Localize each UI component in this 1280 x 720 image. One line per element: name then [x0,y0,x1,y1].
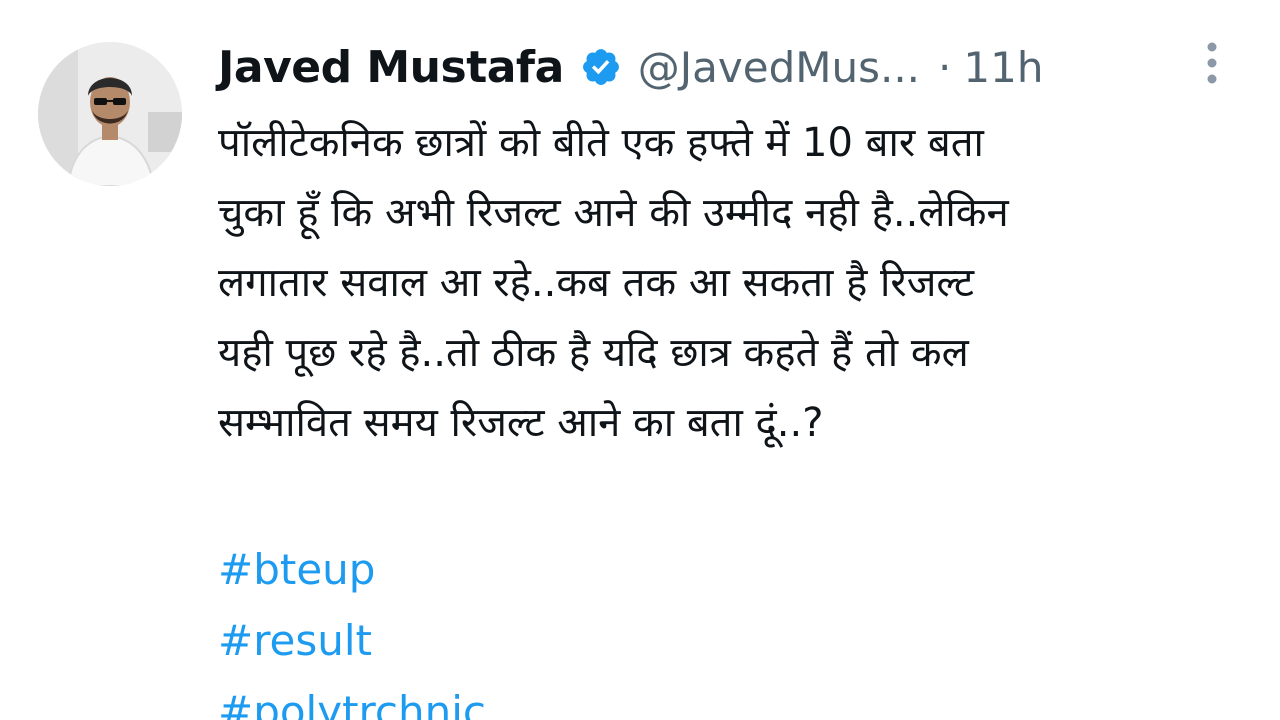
separator-dot: · [938,42,952,92]
tweet[interactable]: Javed Mustafa @JavedMus... · 11h पॉलीटेक… [0,0,1280,720]
tweet-timestamp[interactable]: 11h [963,43,1043,92]
hashtag-list: #bteup #result #polytrchnic [218,534,486,720]
tweet-text-line: चुका हूँ कि अभी रिजल्ट आने की उम्मीद नही… [218,190,1009,236]
hashtag-link-bteup[interactable]: #bteup [218,534,486,605]
tweet-text-line: लगातार सवाल आ रहे..कब तक आ सकता है रिजल्… [218,260,975,306]
hashtag-link-polytrchnic[interactable]: #polytrchnic [218,676,486,720]
tweet-text-line: यही पूछ रहे है..तो ठीक है यदि छात्र कहते… [218,330,969,376]
author-name[interactable]: Javed Mustafa [218,42,564,93]
more-options-icon[interactable] [1200,40,1224,86]
author-handle[interactable]: @JavedMus... [638,43,920,92]
tweet-header: Javed Mustafa @JavedMus... · 11h [218,34,1043,100]
tweet-text-line: सम्भावित समय रिजल्ट आने का बता दूं..? [218,400,824,446]
tweet-text-line: पॉलीटेकनिक छात्रों को बीते एक हफ्ते में … [218,120,984,166]
author-avatar[interactable] [38,42,182,186]
avatar-photo [38,42,182,186]
verified-badge-icon [580,46,622,88]
tweet-text: पॉलीटेकनिक छात्रों को बीते एक हफ्ते में … [218,108,1268,458]
hashtag-link-result[interactable]: #result [218,605,486,676]
